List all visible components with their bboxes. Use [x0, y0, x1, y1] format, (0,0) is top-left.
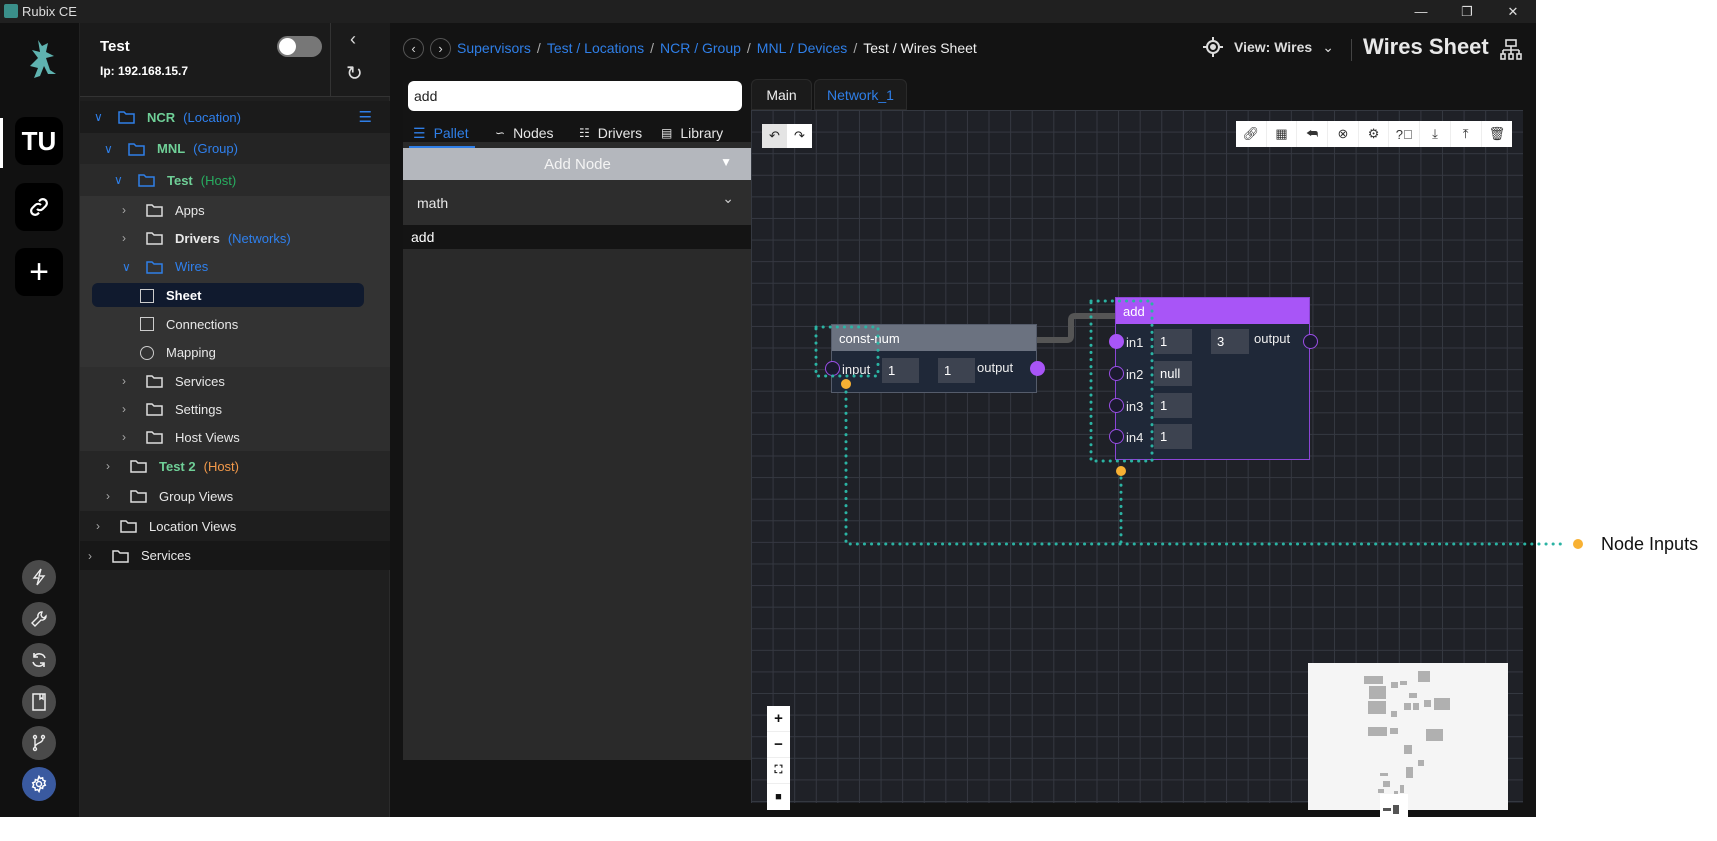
- annotation-dot: [1116, 466, 1126, 476]
- annotation-line: [844, 390, 1567, 546]
- annotation-overlay: [814, 299, 1583, 549]
- annotation-dot: [1573, 539, 1583, 549]
- annotation-label: Node Inputs: [1601, 534, 1699, 554]
- add-inputs-highlight: [1089, 299, 1154, 463]
- const-input-highlight: [814, 325, 880, 378]
- annotation-dot: [841, 379, 851, 389]
